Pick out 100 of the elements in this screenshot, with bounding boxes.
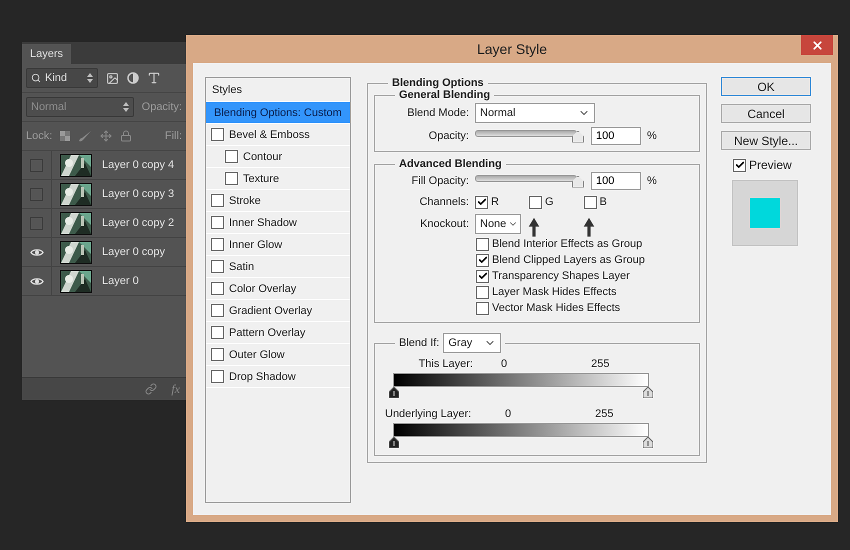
range-high: 255 — [595, 408, 614, 420]
blend-mode-select[interactable]: Normal — [475, 103, 595, 123]
knockout-select[interactable]: None — [475, 214, 521, 234]
layer-name: Layer 0 — [102, 275, 139, 287]
opacity-slider[interactable] — [475, 130, 583, 142]
style-item[interactable]: Color Overlay — [206, 278, 350, 300]
slider-thumb[interactable] — [643, 387, 653, 398]
style-item[interactable]: Texture — [206, 168, 350, 190]
layer-row[interactable]: Layer 0 copy 2 — [22, 209, 186, 238]
slider-thumb[interactable] — [389, 387, 399, 398]
checkbox[interactable] — [476, 302, 489, 314]
layer-name: Layer 0 copy 3 — [102, 188, 174, 200]
window-title: Layer Style — [476, 41, 548, 57]
layer-row[interactable]: Layer 0 copy — [22, 238, 186, 267]
checkbox-label: Vector Mask Hides Effects — [492, 302, 620, 314]
close-icon — [810, 38, 824, 52]
checkbox-label: R — [491, 196, 499, 208]
style-label: Pattern Overlay — [229, 326, 306, 338]
checkbox[interactable] — [476, 238, 489, 250]
layer-row[interactable]: Layer 0 copy 4 — [22, 151, 186, 180]
field-label: Blend If: — [399, 337, 440, 349]
panel-tab[interactable]: Layers — [22, 44, 72, 64]
style-label: Inner Shadow — [229, 216, 297, 228]
checkbox[interactable] — [528, 196, 542, 208]
slider-thumb[interactable] — [643, 437, 653, 448]
checkbox[interactable] — [211, 370, 224, 383]
link-icon[interactable] — [145, 383, 158, 395]
slider-thumb[interactable] — [389, 437, 399, 448]
checkbox[interactable] — [211, 238, 224, 251]
layer-name: Layer 0 copy — [102, 246, 165, 258]
style-label: Stroke — [229, 194, 261, 206]
eye-icon[interactable] — [30, 276, 44, 286]
slider-thumb[interactable] — [572, 130, 584, 142]
checkbox[interactable] — [225, 172, 238, 185]
checkbox[interactable] — [476, 270, 489, 282]
blend-if-select[interactable]: Gray — [443, 333, 502, 353]
style-item[interactable]: Gradient Overlay — [206, 300, 350, 322]
style-item[interactable]: Outer Glow — [206, 344, 350, 366]
style-item[interactable]: Satin — [206, 256, 350, 278]
style-item[interactable]: Inner Glow — [206, 234, 350, 256]
close-button[interactable] — [801, 35, 833, 55]
checkbox[interactable] — [476, 286, 489, 298]
style-label: Drop Shadow — [229, 370, 296, 382]
style-label: Satin — [229, 260, 254, 272]
style-item[interactable]: Blending Options: Custom — [206, 102, 350, 124]
half-circle-icon[interactable] — [127, 72, 139, 84]
text-icon[interactable] — [147, 71, 161, 85]
image-icon[interactable] — [106, 72, 119, 84]
checkbox-label: Layer Mask Hides Effects — [492, 286, 617, 298]
range-low: 0 — [501, 358, 508, 370]
checkbox-label: Preview — [749, 158, 792, 172]
style-item[interactable]: Pattern Overlay — [206, 322, 350, 344]
dialog-button[interactable]: New Style... — [721, 131, 811, 150]
checkbox[interactable] — [211, 260, 224, 273]
style-label: Bevel & Emboss — [229, 128, 310, 140]
search-icon — [31, 73, 41, 83]
field-label: Channels: — [418, 196, 469, 208]
checkbox[interactable] — [584, 196, 597, 208]
checkbox[interactable] — [225, 150, 238, 163]
fill-opacity-field[interactable]: 100 — [591, 172, 641, 190]
group-title: General Blending — [398, 89, 492, 101]
filter-select[interactable]: Kind — [26, 68, 98, 88]
checkbox-label: G — [544, 196, 554, 208]
style-item[interactable]: Bevel & Emboss — [206, 124, 350, 146]
checkbox[interactable] — [733, 158, 746, 172]
layer-name: Layer 0 copy 2 — [102, 217, 174, 229]
checkbox[interactable] — [211, 348, 224, 361]
range-high: 255 — [591, 358, 610, 370]
dialog-button[interactable]: OK — [721, 77, 811, 96]
fill-opacity-slider[interactable] — [475, 174, 583, 188]
checkbox[interactable] — [475, 196, 488, 208]
range-label: Underlying Layer: — [384, 408, 472, 420]
checkerboard-icon[interactable] — [60, 131, 70, 141]
checkbox[interactable] — [211, 194, 224, 207]
style-label: Outer Glow — [229, 348, 285, 360]
range-low: 0 — [505, 408, 512, 420]
style-item[interactable]: Drop Shadow — [206, 366, 350, 388]
style-item[interactable]: Contour — [206, 146, 350, 168]
checkbox[interactable] — [476, 254, 489, 266]
checkbox[interactable] — [211, 128, 224, 141]
style-label: Blending Options: Custom — [214, 106, 342, 118]
style-item[interactable]: Stroke — [206, 190, 350, 212]
checkbox[interactable] — [211, 282, 224, 295]
opacity-label: Opacity: — [142, 101, 182, 113]
checkbox[interactable] — [211, 326, 224, 339]
opacity-field[interactable]: 100 — [591, 127, 641, 145]
layer-row[interactable]: Layer 0 — [22, 267, 186, 296]
eye-icon[interactable] — [30, 248, 44, 256]
layer-row[interactable]: Layer 0 copy 3 — [22, 180, 186, 209]
checkbox[interactable] — [211, 304, 224, 317]
slider-thumb[interactable] — [572, 176, 584, 188]
checkbox-label: B — [600, 196, 607, 208]
checkbox-label: Blend Interior Effects as Group — [492, 238, 642, 250]
checkbox[interactable] — [211, 216, 224, 229]
style-label: Color Overlay — [229, 282, 296, 294]
preview-square — [750, 198, 780, 228]
dialog-button[interactable]: Cancel — [721, 104, 811, 123]
up-arrow — [528, 217, 540, 237]
up-down-icon — [122, 102, 129, 112]
style-item[interactable]: Inner Shadow — [206, 212, 350, 234]
